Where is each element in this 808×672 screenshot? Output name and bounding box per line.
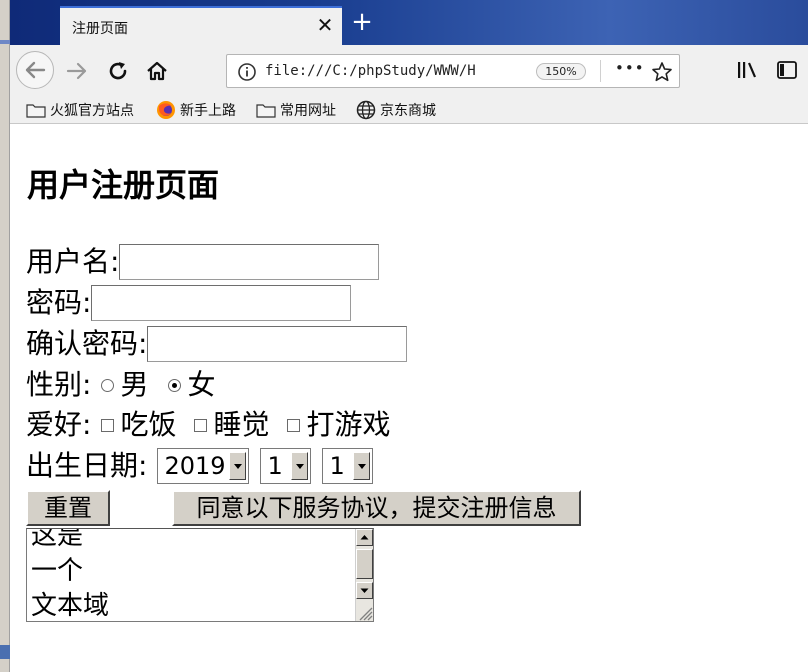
info-icon[interactable] <box>237 62 257 82</box>
firefox-icon <box>157 101 175 119</box>
chevron-down-icon[interactable] <box>353 452 371 480</box>
hobby-row: 爱好: 吃饭 睡觉 打游戏 <box>26 405 390 445</box>
birth-day-value: 1 <box>329 452 345 480</box>
textarea-line: 文本域 <box>31 591 110 621</box>
birth-month-select[interactable]: 1 <box>260 448 312 484</box>
gender-female-label: 女 <box>187 368 216 401</box>
gender-female-radio[interactable] <box>168 378 182 392</box>
edge-mark <box>0 645 10 659</box>
resize-grip-icon[interactable] <box>355 603 373 621</box>
reload-icon[interactable] <box>105 58 131 84</box>
folder-icon <box>26 104 46 118</box>
back-arrow-icon <box>25 61 46 79</box>
agreement-textarea[interactable]: 这是 一个 文本域 <box>26 528 374 622</box>
confirm-password-input[interactable] <box>147 326 408 362</box>
zoom-indicator[interactable]: 150% <box>536 63 586 80</box>
globe-icon <box>356 100 376 120</box>
new-tab-button[interactable]: + <box>350 9 374 35</box>
username-label: 用户名: <box>26 245 120 278</box>
close-icon[interactable]: ✕ <box>314 14 336 36</box>
scroll-thumb[interactable] <box>356 549 373 579</box>
hobby-game-checkbox[interactable] <box>287 418 301 432</box>
scroll-up-button[interactable] <box>356 529 373 546</box>
confirm-password-label: 确认密码: <box>26 327 148 360</box>
submit-button[interactable]: 同意以下服务协议，提交注册信息 <box>172 490 581 526</box>
bookmark-item[interactable]: 京东商城 <box>356 99 436 121</box>
textarea-content: 这是 一个 文本域 <box>31 528 110 621</box>
password-input[interactable] <box>91 285 352 321</box>
reset-button[interactable]: 重置 <box>26 490 110 526</box>
bookmark-label: 新手上路 <box>180 103 236 119</box>
confirm-password-row: 确认密码: <box>26 324 408 364</box>
hobby-sleep-checkbox[interactable] <box>194 418 208 432</box>
nav-bar: file:///C:/phpStudy/WWW/H 150% ••• <box>10 45 808 95</box>
library-icon[interactable] <box>736 59 760 81</box>
bookmark-item[interactable]: 火狐官方站点 <box>26 99 134 121</box>
chevron-up-icon <box>360 535 369 540</box>
gender-label: 性别: <box>26 368 92 401</box>
hobby-game-label: 打游戏 <box>306 408 391 441</box>
birth-date-row: 出生日期: 2019 1 1 <box>26 446 374 486</box>
page-actions-menu-icon[interactable]: ••• <box>615 59 645 77</box>
bookmark-label: 京东商城 <box>380 103 436 119</box>
left-window-edge <box>0 0 10 672</box>
tab-bar: 注册页面 ✕ + <box>10 0 808 45</box>
url-separator <box>600 60 601 82</box>
hobby-label: 爱好: <box>26 408 92 441</box>
bookmarks-toolbar: 火狐官方站点 新手上路 常用网址 京东商城 <box>10 95 808 124</box>
chevron-down-icon <box>360 588 369 593</box>
birth-year-select[interactable]: 2019 <box>157 448 250 484</box>
edge-mark <box>0 40 10 44</box>
birth-day-select[interactable]: 1 <box>322 448 374 484</box>
gender-male-label: 男 <box>120 368 149 401</box>
folder-icon <box>256 104 276 118</box>
username-input[interactable] <box>119 244 380 280</box>
password-row: 密码: <box>26 283 352 323</box>
home-icon[interactable] <box>144 58 170 84</box>
url-text[interactable]: file:///C:/phpStudy/WWW/H <box>265 63 489 79</box>
gender-row: 性别: 男 女 <box>26 365 215 405</box>
tab-title: 注册页面 <box>72 21 128 37</box>
hobby-eat-label: 吃饭 <box>120 408 177 441</box>
forward-arrow-icon[interactable] <box>64 58 90 84</box>
birth-year-value: 2019 <box>164 452 226 480</box>
hobby-eat-checkbox[interactable] <box>101 418 115 432</box>
scroll-down-button[interactable] <box>356 582 373 599</box>
chevron-down-icon[interactable] <box>229 452 247 480</box>
bookmark-item[interactable]: 新手上路 <box>156 99 236 121</box>
hobby-sleep-label: 睡觉 <box>213 408 270 441</box>
page-title: 用户注册页面 <box>27 166 220 204</box>
bookmark-item[interactable]: 常用网址 <box>256 99 336 121</box>
page-content: 用户注册页面 用户名: 密码: 确认密码: 性别: 男 女 爱好: 吃饭 睡觉 … <box>10 124 808 672</box>
birth-date-label: 出生日期: <box>26 449 148 482</box>
bookmark-star-icon[interactable] <box>651 61 673 83</box>
bookmark-label: 火狐官方站点 <box>50 103 134 119</box>
username-row: 用户名: <box>26 242 380 282</box>
password-label: 密码: <box>26 286 92 319</box>
address-bar[interactable]: file:///C:/phpStudy/WWW/H 150% ••• <box>226 54 680 88</box>
birth-month-value: 1 <box>267 452 283 480</box>
chevron-down-icon[interactable] <box>291 452 309 480</box>
back-button[interactable] <box>16 51 54 89</box>
sidebar-icon[interactable] <box>776 59 798 81</box>
bookmark-label: 常用网址 <box>280 103 336 119</box>
textarea-line: 一个 <box>31 556 84 586</box>
tab-register[interactable]: 注册页面 ✕ <box>60 6 342 45</box>
textarea-line: 这是 <box>31 528 84 551</box>
gender-male-radio[interactable] <box>101 378 115 392</box>
